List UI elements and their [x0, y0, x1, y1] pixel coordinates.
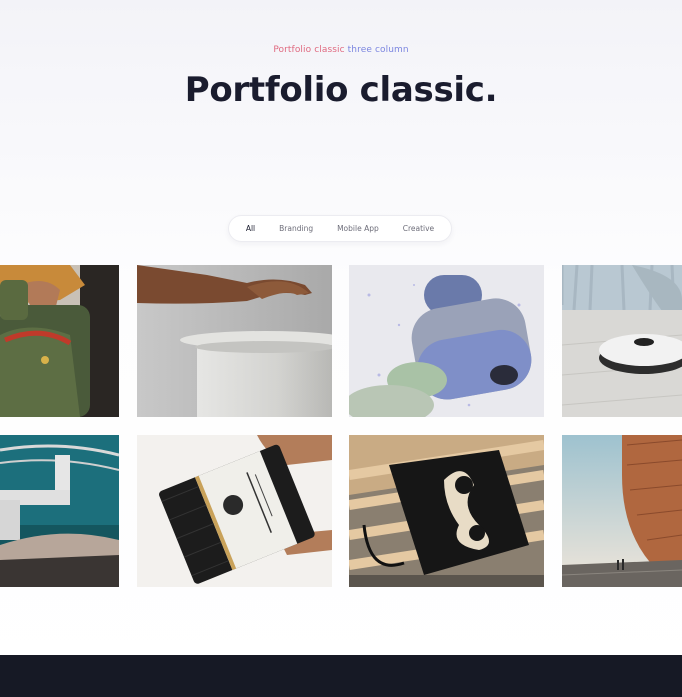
hand-white-stool-photo [137, 265, 332, 417]
portfolio-item-tote-bag[interactable] [349, 435, 544, 587]
subtitle-part-1: Portfolio classic [273, 45, 345, 55]
footer [0, 655, 682, 697]
robot-vacuum-photo [562, 265, 682, 417]
subtitle-part-2: three column [347, 45, 409, 55]
black-tote-bag-photo [349, 435, 544, 587]
filter-branding[interactable]: Branding [267, 224, 325, 233]
portfolio-item-architecture[interactable] [562, 435, 682, 587]
portfolio-item-white-stool[interactable] [137, 265, 332, 417]
green-backpack-photo [0, 265, 119, 417]
portfolio-item-speaker[interactable] [349, 265, 544, 417]
teal-chair-photo [0, 435, 119, 587]
page-subtitle: Portfolio classic three column [0, 45, 682, 55]
portfolio-item-teal-chair[interactable] [0, 435, 119, 587]
filter-all[interactable]: All [234, 224, 267, 233]
page-title: Portfolio classic. [184, 70, 498, 110]
blue-speaker-3d-render [349, 265, 544, 417]
filter-mobile-app[interactable]: Mobile App [325, 224, 391, 233]
portfolio-item-backpack[interactable] [0, 265, 119, 417]
copper-building-photo [562, 435, 682, 587]
portfolio-item-robot-vacuum[interactable] [562, 265, 682, 417]
filter-bar: All Branding Mobile App Creative [228, 215, 452, 242]
black-packaging-photo [137, 435, 332, 587]
portfolio-item-packaging[interactable] [137, 435, 332, 587]
filter-creative[interactable]: Creative [391, 224, 446, 233]
